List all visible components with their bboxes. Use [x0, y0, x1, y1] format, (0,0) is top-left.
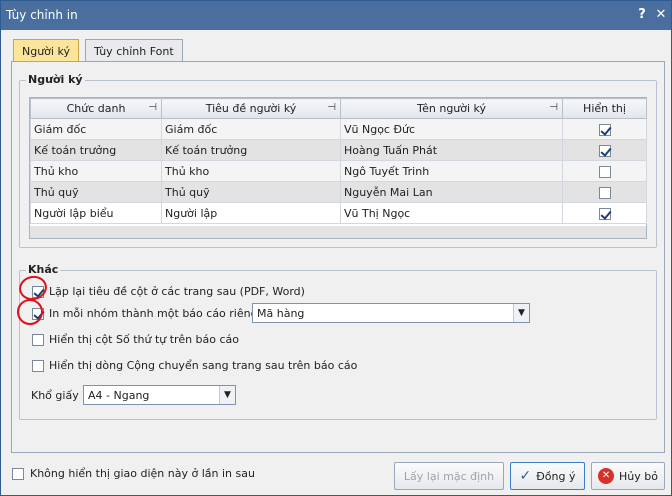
carry-forward-checkbox[interactable] [32, 359, 44, 372]
window-title: Tùy chỉnh in [6, 8, 78, 22]
show-checkbox[interactable] [598, 123, 611, 136]
cell-heading[interactable]: Giám đốc [161, 118, 341, 140]
pin-icon[interactable]: ⊣ [148, 102, 157, 113]
check-icon: ✓ [519, 468, 532, 484]
option-group-separate[interactable]: In mỗi nhóm thành một báo cáo riêng [32, 307, 258, 320]
option-show-index[interactable]: Hiển thị cột Số thứ tự trên báo cáo [32, 333, 239, 346]
reset-defaults-label: Lấy lại mặc định [403, 469, 495, 483]
cell-show[interactable] [562, 118, 647, 140]
option-repeat-header[interactable]: Lặp lại tiêu đề cột ở các trang sau (PDF… [32, 285, 305, 298]
pin-icon[interactable]: ⊣ [549, 102, 558, 113]
table-row[interactable]: Thủ kho Thủ kho Ngô Tuyết Trinh [30, 160, 647, 182]
carry-forward-label: Hiển thị dòng Cộng chuyển sang trang sau… [49, 359, 358, 372]
cell-heading[interactable]: Thủ kho [161, 160, 341, 182]
help-icon[interactable]: ? [634, 7, 650, 23]
column-header-name[interactable]: Tên người ký ⊣ [340, 98, 563, 119]
show-index-label: Hiển thị cột Số thứ tự trên báo cáo [49, 333, 240, 346]
group-by-value: Mã hàng [257, 307, 305, 320]
dont-show-again-label: Không hiển thị giao diện này ở lần in sa… [30, 467, 255, 480]
ok-button[interactable]: ✓ Đồng ý [510, 462, 585, 490]
cell-name[interactable]: Vũ Thị Ngọc [340, 202, 563, 224]
cell-name[interactable]: Vũ Ngọc Đức [340, 118, 563, 140]
cell-heading[interactable]: Thủ quỹ [161, 181, 341, 203]
chevron-down-icon[interactable]: ▼ [219, 386, 235, 404]
cell-name[interactable]: Hoàng Tuấn Phát [340, 139, 563, 161]
grid-header-row: Chức danh ⊣ Tiêu đề người ký ⊣ Tên người k… [30, 98, 647, 119]
column-header-title[interactable]: Chức danh ⊣ [30, 98, 162, 119]
paper-size-label: Khổ giấy [31, 389, 79, 402]
cell-show[interactable] [562, 202, 647, 224]
paper-size-select[interactable]: A4 - Ngang ▼ [83, 385, 236, 405]
table-row[interactable]: Giám đốc Giám đốc Vũ Ngọc Đức [30, 118, 647, 140]
show-checkbox[interactable] [598, 186, 611, 199]
group-separate-label: In mỗi nhóm thành một báo cáo riêng [49, 307, 258, 320]
title-bar: Tùy chỉnh in ? ✕ [1, 1, 671, 30]
cell-title[interactable]: Thủ quỹ [30, 181, 162, 203]
group-separate-checkbox[interactable] [32, 307, 44, 320]
cell-name[interactable]: Ngô Tuyết Trinh [340, 160, 563, 182]
signers-grid[interactable]: Chức danh ⊣ Tiêu đề người ký ⊣ Tên người k… [29, 97, 647, 239]
dont-show-again-option[interactable]: Không hiển thị giao diện này ở lần in sa… [12, 467, 255, 480]
cell-heading[interactable]: Kế toán trưởng [161, 139, 341, 161]
cancel-label: Hủy bỏ [619, 469, 658, 483]
grid-empty-area [30, 226, 646, 238]
cell-title[interactable]: Giám đốc [30, 118, 162, 140]
table-row[interactable]: Kế toán trưởng Kế toán trưởng Hoàng Tuấn P… [30, 139, 647, 161]
tab-font[interactable]: Tùy chỉnh Font [85, 39, 183, 62]
close-icon[interactable]: ✕ [653, 7, 669, 23]
chevron-down-icon[interactable]: ▼ [513, 304, 529, 322]
signers-group-label: Người ký [26, 73, 85, 86]
show-checkbox[interactable] [598, 144, 611, 157]
reset-defaults-button[interactable]: Lấy lại mặc định [394, 462, 504, 490]
column-header-heading[interactable]: Tiêu đề người ký ⊣ [161, 98, 341, 119]
show-checkbox[interactable] [598, 165, 611, 178]
tab-panel-signers: Người ký Chức danh ⊣ Tiêu đề người ký ⊣ Tê… [11, 61, 665, 453]
table-row[interactable]: Thủ quỹ Thủ quỹ Nguyễn Mai Lan [30, 181, 647, 203]
group-by-select[interactable]: Mã hàng ▼ [252, 303, 530, 323]
cell-show[interactable] [562, 181, 647, 203]
cell-show[interactable] [562, 160, 647, 182]
cancel-button[interactable]: ✕ Hủy bỏ [591, 462, 665, 490]
cell-title[interactable]: Kế toán trưởng [30, 139, 162, 161]
cell-heading[interactable]: Người lập [161, 202, 341, 224]
repeat-header-label: Lặp lại tiêu đề cột ở các trang sau (PDF… [49, 285, 305, 298]
table-row[interactable]: Người lập biểu Người lập Vũ Thị Ngọc [30, 202, 647, 224]
cell-show[interactable] [562, 139, 647, 161]
ok-label: Đồng ý [536, 469, 576, 483]
cell-title[interactable]: Người lập biểu [30, 202, 162, 224]
cancel-icon: ✕ [598, 468, 615, 484]
show-checkbox[interactable] [598, 207, 611, 220]
print-settings-dialog: Tùy chỉnh in ? ✕ Người ký Tùy chỉnh Font… [0, 0, 672, 496]
show-index-checkbox[interactable] [32, 333, 44, 346]
paper-size-value: A4 - Ngang [88, 389, 150, 402]
repeat-header-checkbox[interactable] [32, 285, 44, 298]
cell-name[interactable]: Nguyễn Mai Lan [340, 181, 563, 203]
tab-signers[interactable]: Người ký [13, 39, 79, 63]
column-header-show[interactable]: Hiển thị [562, 98, 647, 119]
option-carry-forward[interactable]: Hiển thị dòng Cộng chuyển sang trang sau… [32, 359, 357, 372]
other-group-label: Khác [26, 263, 61, 276]
cell-title[interactable]: Thủ kho [30, 160, 162, 182]
dont-show-again-checkbox[interactable] [12, 467, 24, 480]
pin-icon[interactable]: ⊣ [327, 102, 336, 113]
